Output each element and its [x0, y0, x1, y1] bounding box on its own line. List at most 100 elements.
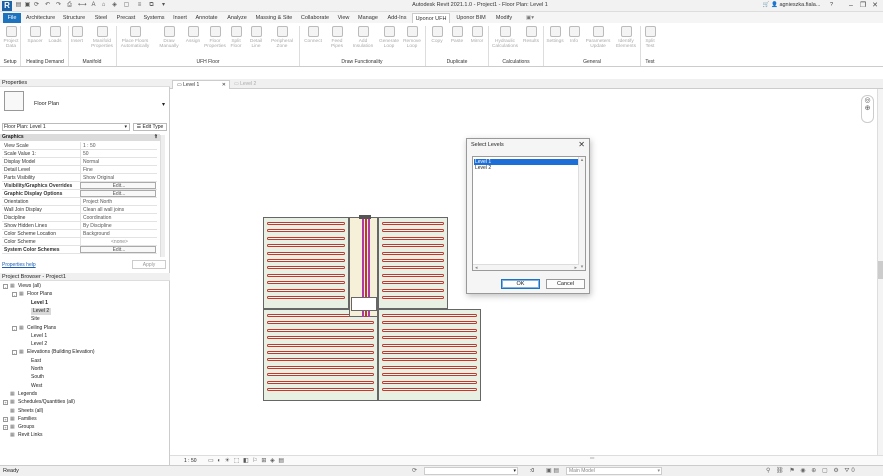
- tab-file[interactable]: File: [3, 13, 21, 23]
- browser-node[interactable]: Level 1: [31, 333, 47, 340]
- property-row[interactable]: Discipline Coordination: [2, 214, 157, 223]
- expand-toggle-icon[interactable]: +: [3, 400, 8, 406]
- tab-insert[interactable]: Insert: [170, 13, 190, 23]
- connect-button[interactable]: Connect: [302, 26, 324, 44]
- worksets-icon[interactable]: ⟳: [412, 467, 417, 474]
- browser-node[interactable]: Floor Plans: [27, 291, 52, 298]
- collapse-toggle-icon[interactable]: -: [12, 325, 17, 331]
- property-row[interactable]: Detail Level Fine: [2, 166, 157, 175]
- add-insulation-button[interactable]: Add Insulation: [350, 26, 376, 49]
- switch-windows-icon[interactable]: ⧉: [148, 2, 155, 9]
- panel-label-draw-functionality[interactable]: Draw Functionality: [300, 59, 424, 66]
- panel-label-manifold[interactable]: Manifold: [69, 59, 115, 66]
- results-button[interactable]: Results: [520, 26, 542, 44]
- tab-add-ins[interactable]: Add-Ins: [384, 13, 410, 23]
- panel-label-ufh-floor[interactable]: UFH Floor: [117, 59, 299, 66]
- undo-icon[interactable]: ↶: [44, 2, 51, 9]
- list-scrollbar[interactable]: ▴ ▾: [578, 157, 585, 270]
- browser-node[interactable]: Elevations (Building Elevation): [27, 349, 95, 356]
- browser-node[interactable]: Level 2: [31, 307, 52, 315]
- hydraulic-calculations-button[interactable]: Hydraulic Calculations: [490, 26, 520, 49]
- properties-help-link[interactable]: Properties help: [2, 262, 36, 268]
- tab-steel[interactable]: Steel: [90, 13, 112, 23]
- panel-label-calculations[interactable]: Calculations: [489, 59, 543, 66]
- assign-button[interactable]: Assign: [182, 26, 204, 44]
- panel-label-setup[interactable]: Setup: [0, 59, 20, 66]
- ribbon-toggle-icon[interactable]: ▣▾: [522, 13, 538, 23]
- property-row[interactable]: View Scale 1 : 50: [2, 142, 157, 151]
- tab-view[interactable]: View: [335, 13, 352, 23]
- browser-node[interactable]: West: [31, 383, 42, 390]
- close-hidden-icon[interactable]: ▢: [123, 2, 130, 9]
- room-bottom-right[interactable]: [378, 309, 481, 401]
- tab-architecture[interactable]: Architecture: [24, 13, 57, 23]
- list-item[interactable]: Level 2: [474, 165, 578, 171]
- parameters-update-button[interactable]: Parameters Update: [584, 26, 612, 49]
- room-bottom-left[interactable]: [263, 309, 378, 401]
- panel-label-general[interactable]: General: [544, 59, 640, 66]
- scroll-left-icon[interactable]: ◂: [475, 265, 478, 271]
- apply-button[interactable]: Apply: [132, 260, 166, 269]
- tab-modify[interactable]: Modify: [492, 13, 516, 23]
- scroll-thumb[interactable]: [878, 261, 883, 279]
- selection-filters-icon[interactable]: ⚲ ⛓ ⚑ ◉ ⊕ ▢ ⚙ ⛛0: [766, 467, 857, 475]
- cart-icon[interactable]: 🛒: [763, 2, 770, 8]
- close-icon[interactable]: ✕: [578, 140, 585, 150]
- tab-level-2[interactable]: ▭ Level 2: [230, 80, 270, 89]
- view-scale[interactable]: 1 : 50: [184, 458, 197, 464]
- tab-collaborate[interactable]: Collaborate: [298, 13, 332, 23]
- ok-button[interactable]: OK: [501, 279, 540, 289]
- group-header-graphics[interactable]: Graphics ⇑: [0, 134, 160, 141]
- browser-node[interactable]: Level 1: [31, 300, 48, 307]
- edit-button[interactable]: Edit...: [80, 190, 156, 197]
- floor-plan-drawing[interactable]: [263, 215, 481, 401]
- property-row[interactable]: Show Hidden Lines By Discipline: [2, 222, 157, 231]
- scroll-up-icon[interactable]: ▴: [579, 157, 585, 163]
- floor-properties-button[interactable]: Floor Properties: [204, 26, 226, 49]
- insert-button[interactable]: Insert: [66, 26, 88, 44]
- tab-systems[interactable]: Systems: [140, 13, 168, 23]
- default-3d-icon[interactable]: ⌂: [100, 2, 107, 9]
- draw-manually-button[interactable]: Draw Manually: [158, 26, 180, 49]
- tab-uponor-bim[interactable]: Uponor BIM: [453, 13, 489, 23]
- section-icon[interactable]: ◈: [111, 2, 118, 9]
- sync-icon[interactable]: ⟳: [33, 2, 40, 9]
- property-row[interactable]: System Color Schemes Edit...: [2, 246, 157, 255]
- browser-node[interactable]: Revit Links: [18, 432, 42, 439]
- expand-toggle-icon[interactable]: +: [3, 416, 8, 422]
- browser-node[interactable]: South: [31, 374, 44, 381]
- measure-icon[interactable]: ⟷: [78, 2, 87, 9]
- vertical-scrollbar[interactable]: [877, 89, 883, 455]
- split-test-button[interactable]: Split Test: [641, 26, 659, 49]
- restore-icon[interactable]: ❐: [858, 1, 868, 11]
- instance-selector[interactable]: Floor Plan: Level 1 ▾: [2, 123, 130, 131]
- detail-line-button[interactable]: Detail Line: [247, 26, 265, 49]
- tab-manage[interactable]: Manage: [355, 13, 381, 23]
- redo-icon[interactable]: ↷: [55, 2, 62, 9]
- settings-button[interactable]: Settings: [544, 26, 566, 44]
- tab-structure[interactable]: Structure: [60, 13, 88, 23]
- panel-label-heating-demand[interactable]: Heating Demand: [21, 59, 69, 66]
- save-icon[interactable]: ▣: [24, 2, 31, 9]
- print-icon[interactable]: ⎙: [66, 2, 73, 9]
- copy-button[interactable]: Copy: [427, 26, 447, 44]
- edit-button[interactable]: Edit...: [80, 182, 156, 189]
- room-top-right[interactable]: [378, 217, 448, 309]
- cancel-button[interactable]: Cancel: [546, 279, 585, 289]
- property-row[interactable]: Visibility/Graphics Overrides Edit...: [2, 182, 157, 191]
- edit-type-button[interactable]: ☰ Edit Type: [133, 123, 167, 131]
- place-floors-automatically-button[interactable]: Place Floors Automatically: [117, 26, 153, 49]
- steering-wheel-icon[interactable]: ◎: [862, 96, 873, 104]
- tab-level-1[interactable]: ▭ Level 1 ✕: [172, 80, 230, 89]
- tab-precast[interactable]: Precast: [114, 13, 138, 23]
- browser-node[interactable]: Views (all): [18, 283, 41, 290]
- tab-uponor-ufh[interactable]: Uponor UFH: [412, 13, 450, 23]
- scroll-right-icon[interactable]: ▸: [574, 265, 577, 271]
- collapse-toggle-icon[interactable]: -: [12, 350, 17, 356]
- user-icon[interactable]: 👤: [771, 2, 778, 8]
- browser-node[interactable]: Sheets (all): [18, 408, 43, 415]
- browser-node[interactable]: Site: [31, 316, 40, 323]
- property-row[interactable]: Parts Visibility Show Original: [2, 174, 157, 183]
- property-row[interactable]: Wall Join Display Clean all wall joins: [2, 206, 157, 215]
- peripheral-zone-button[interactable]: Peripheral Zone: [268, 26, 296, 49]
